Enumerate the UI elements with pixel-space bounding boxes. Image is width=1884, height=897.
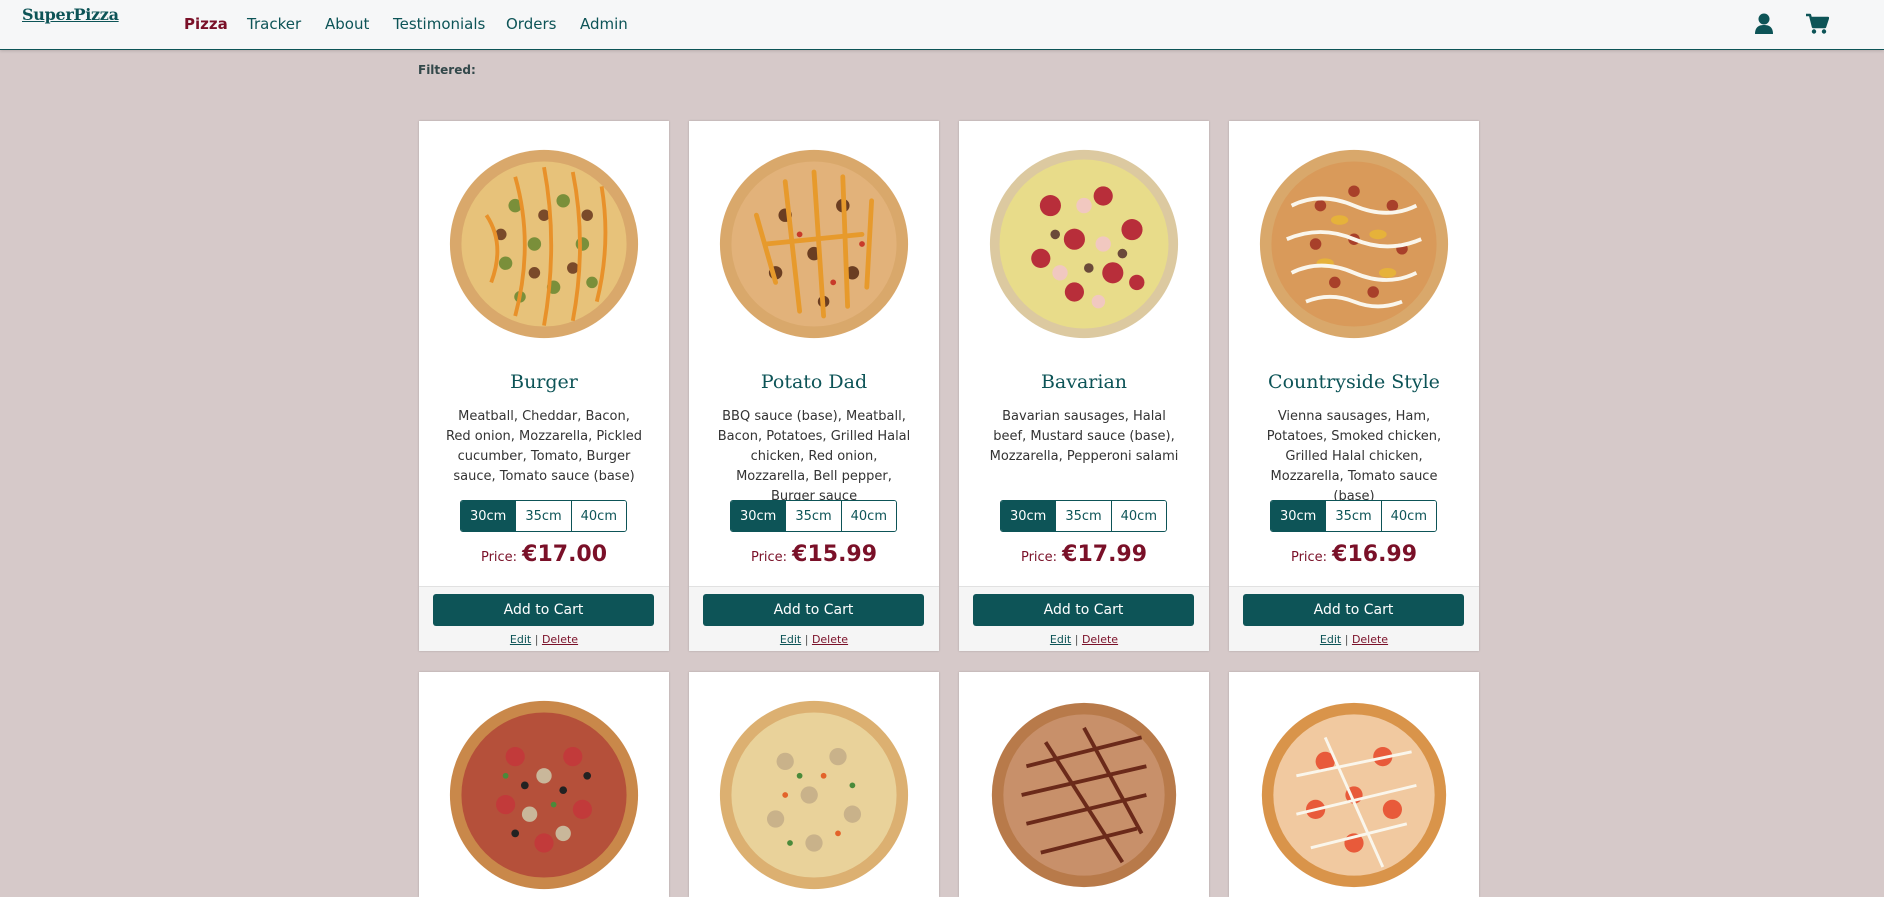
pizza-name: Burger <box>510 371 578 393</box>
nav-link-tracker[interactable]: Tracker <box>247 15 301 33</box>
price-label: Price: <box>480 550 518 565</box>
cart-icon[interactable] <box>1805 13 1830 39</box>
delete-link[interactable]: Delete <box>1082 633 1118 646</box>
size-option-30cm[interactable]: 30cm <box>731 501 787 531</box>
admin-links: Edit | Delete <box>959 633 1209 646</box>
price-value: €16.99 <box>1332 542 1418 567</box>
price-label: Price: <box>750 550 788 565</box>
pizza-image <box>719 700 909 890</box>
add-to-cart-button[interactable]: Add to Cart <box>703 594 924 626</box>
pizza-name: Potato Dad <box>760 371 868 393</box>
price: Price: €17.99 <box>959 542 1209 567</box>
nav-link-orders[interactable]: Orders <box>506 15 556 33</box>
card-footer: Add to Cart Edit | Delete <box>959 586 1209 651</box>
size-option-30cm[interactable]: 30cm <box>1271 501 1327 531</box>
price: Price: €17.00 <box>419 542 669 567</box>
size-option-35cm[interactable]: 35cm <box>786 501 842 531</box>
size-selector: 30cm 35cm 40cm <box>1270 500 1437 532</box>
edit-link[interactable]: Edit <box>510 633 531 646</box>
size-option-40cm[interactable]: 40cm <box>841 501 896 531</box>
delete-link[interactable]: Delete <box>1352 633 1388 646</box>
pizza-card <box>419 672 669 897</box>
price-value: €17.99 <box>1062 542 1148 567</box>
delete-link[interactable]: Delete <box>542 633 578 646</box>
pizza-description: Bavarian sausages, Halal beef, Mustard s… <box>989 409 1179 464</box>
pizza-description: BBQ sauce (base), Meatball, Bacon, Potat… <box>717 409 911 504</box>
edit-link[interactable]: Edit <box>780 633 801 646</box>
pizza-card: Burger Meatball, Cheddar, Bacon, Red oni… <box>419 121 669 651</box>
pizza-image <box>719 149 909 339</box>
nav-link-testimonials[interactable]: Testimonials <box>393 15 485 33</box>
pizza-image <box>449 700 639 890</box>
filter-label: Filtered: <box>418 63 476 77</box>
size-option-30cm[interactable]: 30cm <box>461 501 517 531</box>
admin-links: Edit | Delete <box>689 633 939 646</box>
link-separator: | <box>1074 633 1079 646</box>
pizza-image <box>1261 702 1447 888</box>
pizza-card <box>1229 672 1479 897</box>
brand-logo[interactable]: SuperPizza <box>22 5 119 24</box>
card-footer: Add to Cart Edit | Delete <box>419 586 669 651</box>
size-option-30cm[interactable]: 30cm <box>1001 501 1057 531</box>
pizza-image <box>1259 149 1449 339</box>
nav-link-admin[interactable]: Admin <box>580 15 628 33</box>
card-footer: Add to Cart Edit | Delete <box>1229 586 1479 651</box>
pizza-card: Bavarian Bavarian sausages, Halal beef, … <box>959 121 1209 651</box>
pizza-name: Bavarian <box>1040 371 1128 393</box>
link-separator: | <box>534 633 539 646</box>
pizza-card: Countryside Style Vienna sausages, Ham, … <box>1229 121 1479 651</box>
pizza-image <box>989 149 1179 339</box>
price-value: €15.99 <box>792 542 878 567</box>
size-option-35cm[interactable]: 35cm <box>1056 501 1112 531</box>
pizza-card <box>959 672 1209 897</box>
pizza-name: Countryside Style <box>1268 371 1440 393</box>
price-label: Price: <box>1290 550 1328 565</box>
size-selector: 30cm 35cm 40cm <box>730 500 897 532</box>
link-separator: | <box>1344 633 1349 646</box>
pizza-description: Vienna sausages, Ham, Potatoes, Smoked c… <box>1266 409 1442 504</box>
size-option-40cm[interactable]: 40cm <box>1111 501 1166 531</box>
pizza-card: Potato Dad BBQ sauce (base), Meatball, B… <box>689 121 939 651</box>
size-selector: 30cm 35cm 40cm <box>1000 500 1167 532</box>
admin-links: Edit | Delete <box>419 633 669 646</box>
size-option-35cm[interactable]: 35cm <box>516 501 572 531</box>
size-option-40cm[interactable]: 40cm <box>1381 501 1436 531</box>
add-to-cart-button[interactable]: Add to Cart <box>973 594 1194 626</box>
pizza-card <box>689 672 939 897</box>
user-icon[interactable] <box>1754 13 1774 39</box>
card-footer: Add to Cart Edit | Delete <box>689 586 939 651</box>
admin-links: Edit | Delete <box>1229 633 1479 646</box>
size-option-35cm[interactable]: 35cm <box>1326 501 1382 531</box>
pizza-image <box>449 149 639 339</box>
size-option-40cm[interactable]: 40cm <box>571 501 626 531</box>
edit-link[interactable]: Edit <box>1320 633 1341 646</box>
price-value: €17.00 <box>522 542 608 567</box>
pizza-description: Meatball, Cheddar, Bacon, Red onion, Moz… <box>445 409 643 484</box>
nav-link-about[interactable]: About <box>325 15 369 33</box>
link-separator: | <box>804 633 809 646</box>
add-to-cart-button[interactable]: Add to Cart <box>1243 594 1464 626</box>
price: Price: €15.99 <box>689 542 939 567</box>
delete-link[interactable]: Delete <box>812 633 848 646</box>
price: Price: €16.99 <box>1229 542 1479 567</box>
edit-link[interactable]: Edit <box>1050 633 1071 646</box>
navbar: SuperPizza Pizza Tracker About Testimoni… <box>0 0 1884 50</box>
pizza-image <box>991 702 1177 888</box>
add-to-cart-button[interactable]: Add to Cart <box>433 594 654 626</box>
size-selector: 30cm 35cm 40cm <box>460 500 627 532</box>
nav-link-pizza[interactable]: Pizza <box>184 15 228 33</box>
price-label: Price: <box>1020 550 1058 565</box>
